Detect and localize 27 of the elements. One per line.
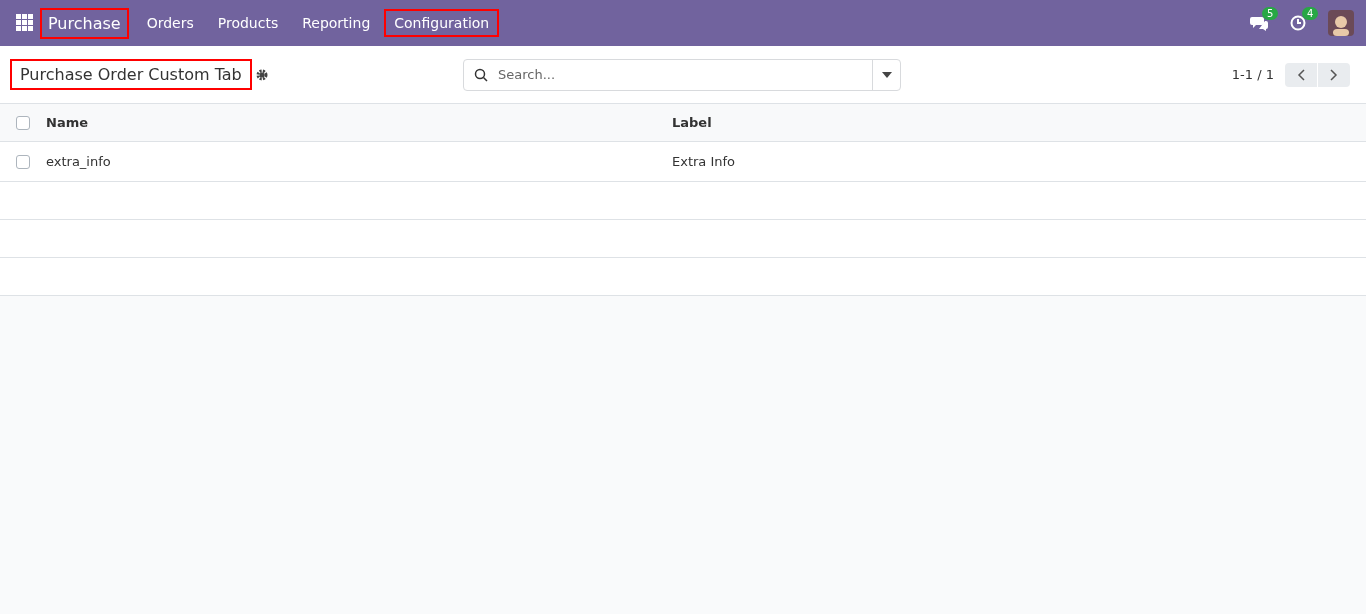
row-checkbox[interactable] — [16, 154, 30, 169]
previous-page-button[interactable] — [1285, 62, 1317, 87]
pager-value: 1-1 / 1 — [1231, 67, 1274, 82]
activity-count-badge: 4 — [1302, 7, 1319, 20]
apps-grid-icon[interactable] — [16, 14, 34, 32]
table-cell-text: Extra Info — [672, 154, 737, 169]
search-field[interactable]: Search... — [463, 58, 901, 91]
page-title: Purchase Order Custom Tab — [10, 59, 252, 90]
user-avatar[interactable] — [1328, 10, 1354, 36]
menu-item[interactable]: Orders — [136, 9, 204, 37]
message-count-badge: 5 — [1262, 7, 1279, 20]
clock-icon[interactable] — [1290, 15, 1306, 31]
select-all-checkbox[interactable] — [16, 115, 30, 130]
search-icon — [474, 67, 488, 82]
menu-item[interactable]: Products — [207, 9, 289, 37]
next-page-button[interactable] — [1318, 62, 1350, 87]
menu-item[interactable]: Configuration — [384, 9, 500, 37]
app-name-link[interactable]: Purchase — [40, 7, 129, 39]
chevron-left-icon — [1297, 68, 1305, 81]
chevron-right-icon — [1330, 68, 1338, 81]
caret-icon — [881, 71, 892, 78]
table-cell-text: extra_info — [46, 154, 112, 169]
column-header[interactable]: Name — [46, 115, 672, 130]
column-header[interactable]: Label — [672, 115, 1366, 130]
menu-item[interactable]: Reporting — [292, 9, 381, 37]
settings-icon[interactable] — [255, 68, 268, 81]
chat-icon[interactable] — [1250, 15, 1268, 31]
